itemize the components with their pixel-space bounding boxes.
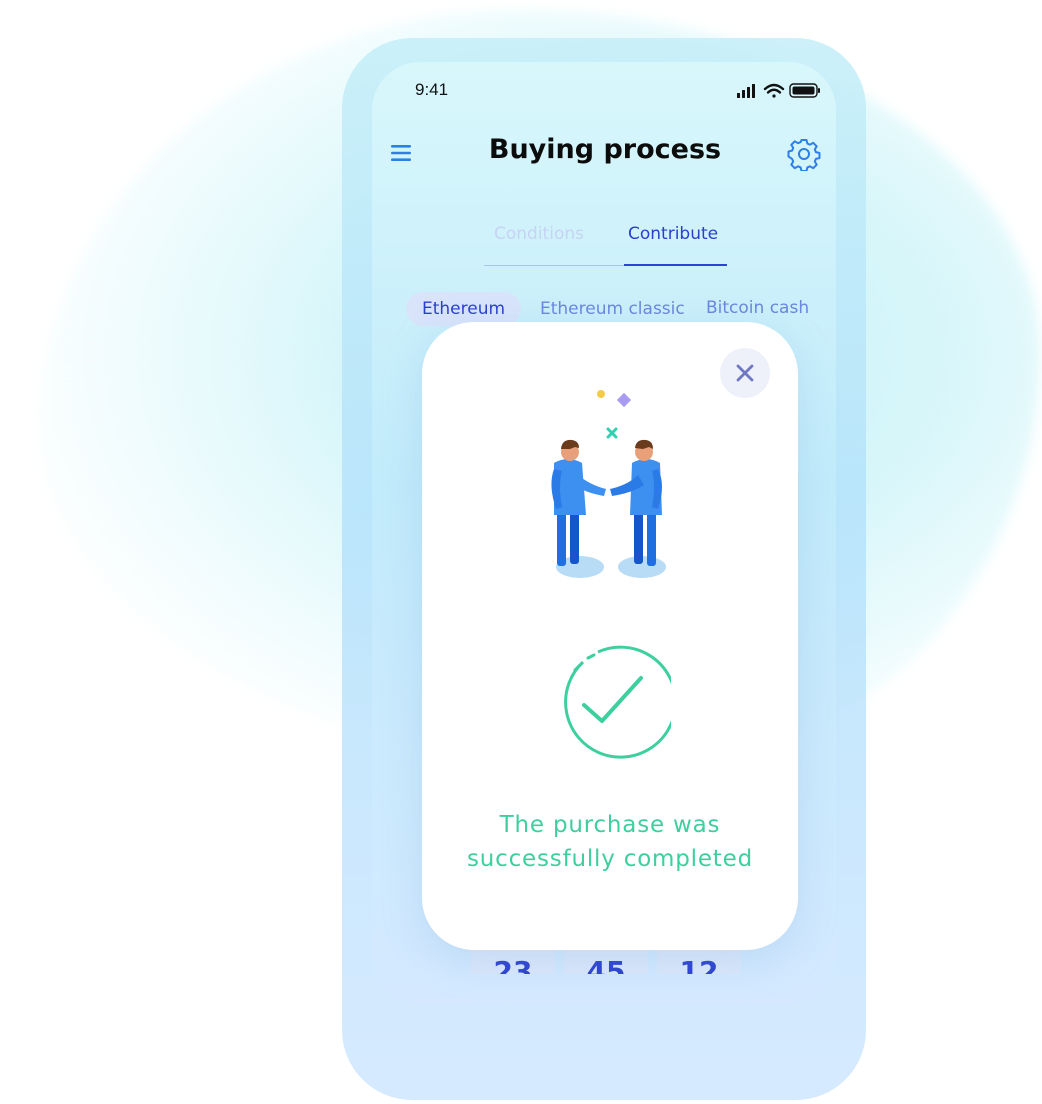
gear-icon[interactable] xyxy=(787,137,821,171)
handshake-illustration xyxy=(551,390,666,578)
sparkle-cross xyxy=(606,427,618,439)
currency-chip-ethereum[interactable]: Ethereum xyxy=(406,292,522,326)
person-left xyxy=(551,439,606,566)
sparkle-dot xyxy=(597,390,605,398)
person-right xyxy=(610,439,662,566)
status-time: 9:41 xyxy=(415,80,449,99)
close-icon xyxy=(736,364,754,382)
wifi-icon xyxy=(763,83,785,98)
check-circle-icon xyxy=(564,645,671,759)
battery-icon xyxy=(789,83,820,98)
signal-icon xyxy=(737,84,755,98)
tab-conditions[interactable]: Conditions xyxy=(494,224,584,244)
status-icons xyxy=(737,83,820,98)
active-tab-indicator xyxy=(624,264,727,266)
page-title: Buying process xyxy=(488,134,722,165)
close-button[interactable] xyxy=(720,348,770,398)
menu-icon[interactable] xyxy=(390,143,412,163)
tab-bar: Conditions Contribute xyxy=(484,220,727,266)
success-message: The purchase was successfully completed xyxy=(467,812,753,872)
currency-chip-bitcoin-cash[interactable]: Bitcoin cash xyxy=(706,291,809,325)
sparkle-diamond xyxy=(616,392,632,408)
tab-contribute[interactable]: Contribute xyxy=(628,224,718,244)
currency-chip-ethereum-classic[interactable]: Ethereum classic xyxy=(540,292,685,326)
